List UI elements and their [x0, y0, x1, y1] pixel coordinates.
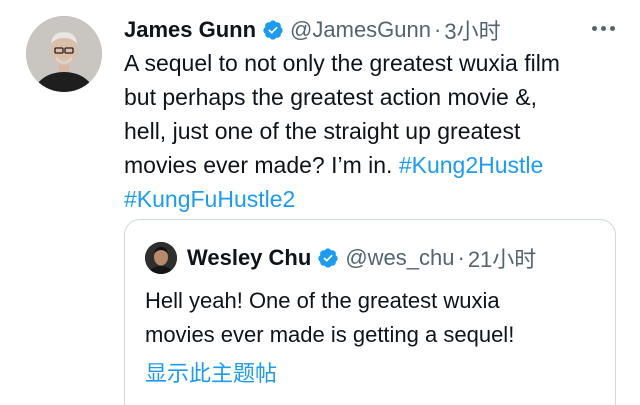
- tweet[interactable]: James Gunn @JamesGunn · 3小时 A sequel to …: [0, 0, 640, 405]
- separator-dot: ·: [434, 17, 442, 42]
- verified-badge-icon: [317, 247, 339, 269]
- quoted-tweet-timestamp[interactable]: 21小时: [468, 242, 536, 274]
- more-options-icon[interactable]: [592, 22, 618, 34]
- quoted-author-avatar[interactable]: [145, 242, 177, 274]
- quoted-tweet[interactable]: Wesley Chu @wes_chu · 21小时 Hell yeah! On…: [124, 219, 616, 405]
- tweet-text-line: movies ever made? I’m in. #Kung2Hustle: [124, 148, 620, 182]
- show-thread-link[interactable]: 显示此主题帖: [145, 356, 277, 388]
- tweet-text: A sequel to not only the greatest wuxia …: [124, 46, 620, 216]
- author-name[interactable]: James Gunn: [124, 17, 256, 43]
- separator-dot: ·: [457, 245, 465, 270]
- tweet-text-line: but perhaps the greatest action movie &,: [124, 84, 537, 110]
- quoted-author-handle[interactable]: @wes_chu: [345, 245, 454, 271]
- quoted-text-line: movies ever made is getting a sequel!: [145, 322, 515, 347]
- author-handle[interactable]: @JamesGunn: [290, 17, 431, 43]
- quoted-tweet-header: Wesley Chu @wes_chu · 21小时: [145, 242, 536, 274]
- quoted-text-line: Hell yeah! One of the greatest wuxia: [145, 288, 500, 313]
- tweet-text-line: #KungFuHustle2: [124, 182, 620, 216]
- tweet-text-line: A sequel to not only the greatest wuxia …: [124, 50, 560, 76]
- hashtag-link[interactable]: #KungFuHustle2: [124, 186, 295, 212]
- tweet-text-fragment: movies ever made? I’m in.: [124, 152, 393, 178]
- tweet-header: James Gunn @JamesGunn · 3小时: [124, 14, 501, 46]
- hashtag-link[interactable]: #Kung2Hustle: [399, 152, 544, 178]
- tweet-text-line: hell, just one of the straight up greate…: [124, 118, 521, 144]
- tweet-timestamp[interactable]: 3小时: [444, 14, 500, 46]
- author-avatar[interactable]: [26, 16, 102, 92]
- quoted-tweet-text: Hell yeah! One of the greatest wuxia mov…: [145, 284, 605, 352]
- quoted-author-name[interactable]: Wesley Chu: [187, 245, 311, 271]
- verified-badge-icon: [262, 19, 284, 41]
